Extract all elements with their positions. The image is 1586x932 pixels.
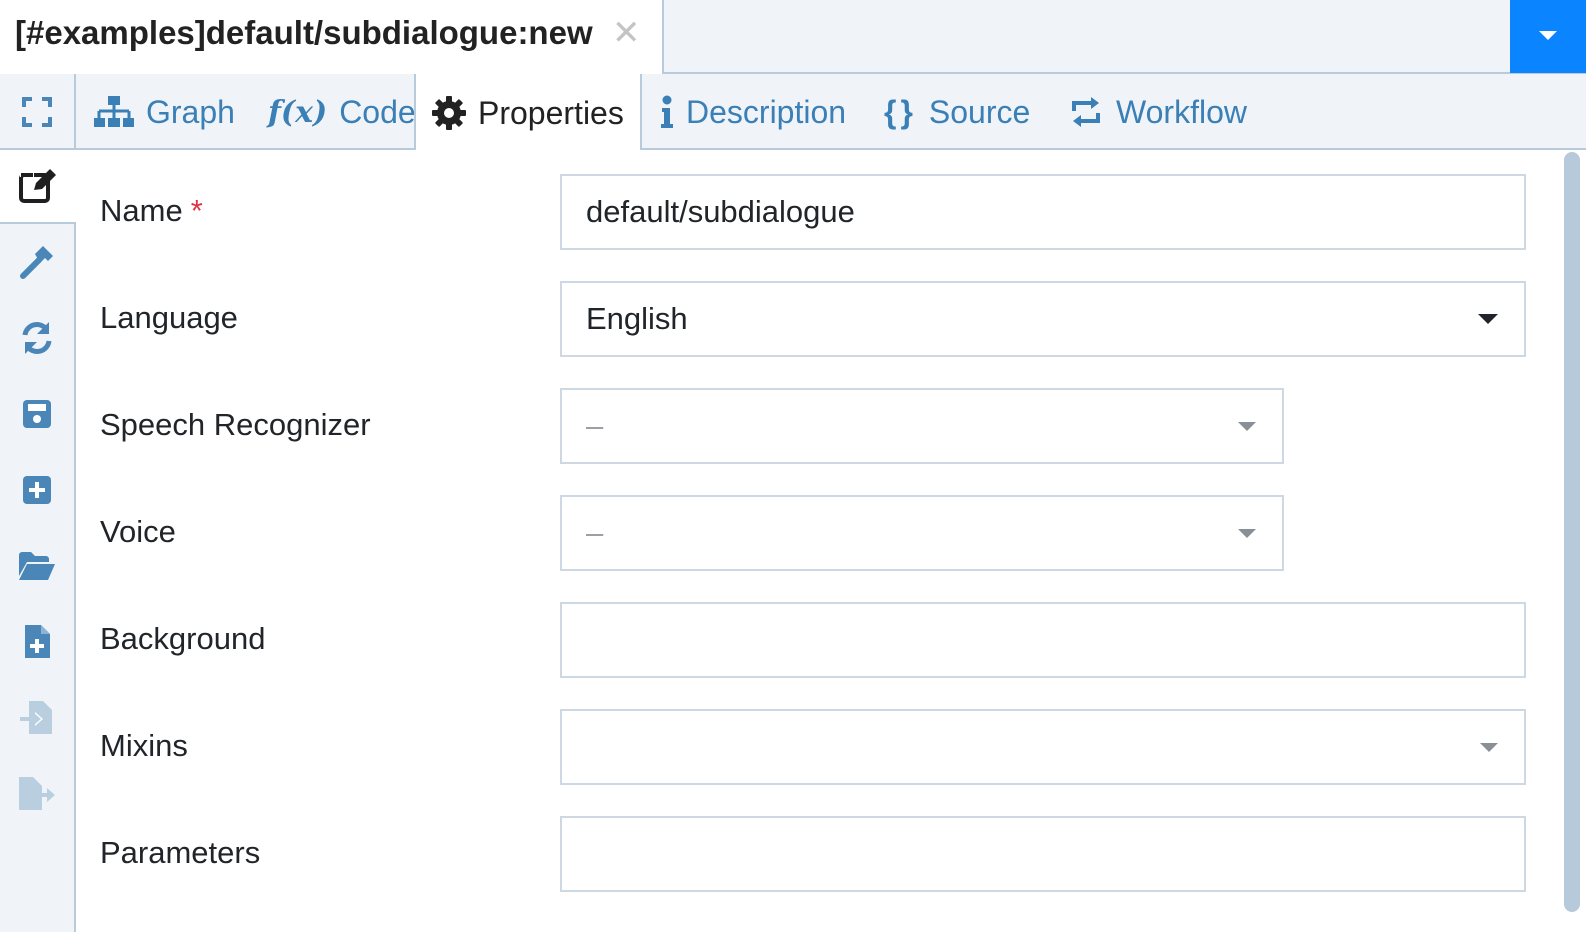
scrollbar-thumb[interactable] [1564,152,1580,912]
sitemap-icon [94,96,134,127]
language-select-value: English [586,301,688,336]
export-button [0,756,74,832]
document-tab-bar: [#examples]default/subdialogue:new ✕ [0,0,1586,75]
speech-recognizer-select-value: – [586,408,604,443]
file-import-icon [20,701,52,734]
edit-button[interactable] [0,148,76,224]
voice-select-value: – [586,515,604,550]
view-tab-bar: Graph f(x) Code Properties Description {… [76,74,1586,152]
save-button[interactable] [0,376,74,452]
speech-recognizer-label: Speech Recognizer [100,407,371,442]
tab-properties[interactable]: Properties [414,74,642,152]
required-marker: * [190,193,203,228]
refresh-icon [22,322,52,354]
document-tab[interactable]: [#examples]default/subdialogue:new ✕ [0,0,664,75]
tool-sidebar [0,74,76,932]
folder-open-icon [19,552,55,580]
tab-workflow[interactable]: Workflow [1068,74,1247,150]
tab-graph[interactable]: Graph [94,74,235,150]
tab-workflow-label: Workflow [1116,93,1247,130]
retweet-icon [1072,97,1100,127]
voice-select[interactable]: – [560,495,1284,571]
open-button[interactable] [0,528,74,604]
background-label: Background [100,621,266,656]
tab-description-label: Description [686,93,847,130]
reload-button[interactable] [0,300,74,376]
function-icon: f(x) [268,94,328,130]
name-input[interactable]: default/subdialogue [560,174,1526,250]
close-icon[interactable]: ✕ [612,14,641,52]
gear-icon [432,96,466,130]
add-button[interactable] [0,452,74,528]
document-tab-title: [#examples]default/subdialogue:new [15,14,593,51]
chevron-down-icon [1238,529,1256,538]
chevron-down-icon [1238,422,1256,431]
parameters-label: Parameters [100,835,261,870]
tab-code[interactable]: f(x) Code [268,74,416,150]
name-input-value: default/subdialogue [586,194,855,229]
chevron-down-icon [1480,743,1498,752]
properties-form: Name * default/subdialogue Language Engli… [76,150,1558,932]
parameters-input[interactable] [560,816,1526,892]
expand-icon [22,97,52,127]
voice-label: Voice [100,514,176,549]
background-input[interactable] [560,602,1526,678]
file-add-icon [25,625,50,658]
mixins-label: Mixins [100,728,188,763]
new-file-button[interactable] [0,604,74,680]
tab-graph-label: Graph [146,93,235,130]
tab-source[interactable]: {} Source [884,74,1030,150]
info-icon [661,95,673,128]
import-button [0,680,74,756]
mixins-select[interactable] [560,709,1526,785]
hammer-icon [20,246,53,279]
tab-source-label: Source [928,93,1031,130]
speech-recognizer-select[interactable]: – [560,388,1284,464]
tab-description[interactable]: Description [660,74,846,150]
edit-icon [19,168,56,203]
chevron-down-icon [1478,314,1498,324]
file-export-icon [19,777,55,810]
language-label: Language [100,300,238,335]
save-icon [23,400,51,428]
tab-list-dropdown-button[interactable] [1510,0,1586,73]
vertical-scrollbar[interactable] [1558,150,1586,932]
plus-square-icon [23,476,51,504]
tab-code-label: Code [339,93,416,130]
name-label-text: Name [100,193,183,228]
fullscreen-button[interactable] [0,74,74,150]
braces-icon: {} [884,93,917,130]
language-select[interactable]: English [560,281,1526,357]
tab-properties-label: Properties [478,94,624,131]
build-button[interactable] [0,224,74,300]
name-label: Name * [100,193,203,229]
